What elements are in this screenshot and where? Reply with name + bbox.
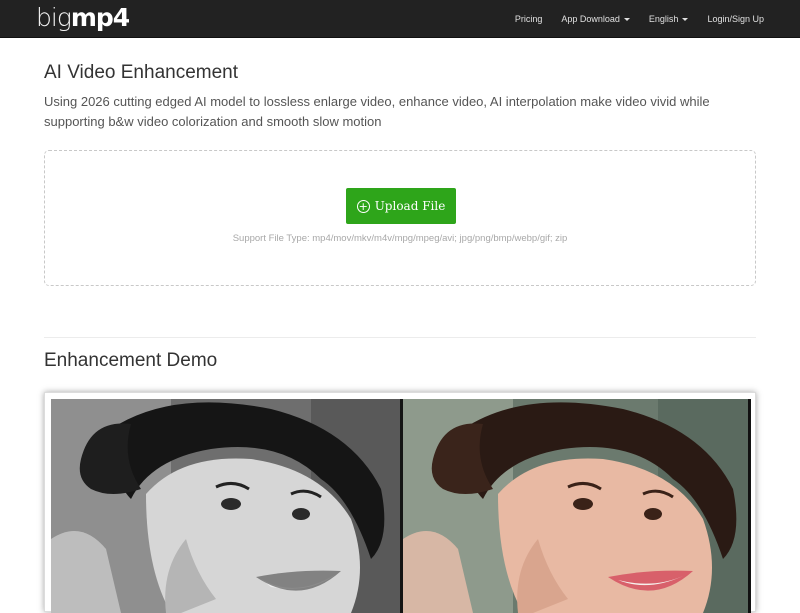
caret-down-icon	[623, 17, 630, 21]
demo-before-image	[51, 399, 400, 613]
upload-file-button[interactable]: + Upload File	[346, 188, 456, 224]
nav-pricing[interactable]: Pricing	[515, 14, 543, 24]
brand-logo-light: big	[36, 3, 72, 32]
nav-login-signup-label: Login/Sign Up	[707, 14, 764, 24]
nav-language[interactable]: English	[649, 14, 689, 24]
nav-language-label: English	[648, 14, 679, 24]
nav-pricing-label: Pricing	[514, 14, 543, 24]
demo-after-image	[403, 399, 751, 613]
intro-description: Using 2026 cutting edged AI model to los…	[44, 94, 710, 129]
upload-button-label: Upload File	[374, 199, 446, 213]
nav-app-download[interactable]: App Download	[561, 14, 630, 24]
plus-circle-icon: +	[356, 199, 370, 213]
nav-login-signup[interactable]: Login/Sign Up	[707, 14, 764, 24]
page-title: AI Video Enhancement	[44, 62, 239, 83]
section-divider	[44, 337, 756, 338]
caret-down-icon	[682, 17, 689, 21]
brand-logo-bold: mp4	[70, 3, 130, 32]
top-navbar: big mp4 Pricing App Download English Logi…	[0, 0, 800, 38]
before-bw-photo	[51, 399, 400, 613]
demo-comparison-image	[51, 399, 751, 613]
after-color-photo	[403, 399, 748, 613]
upload-dropzone[interactable]: + Upload File Support File Type: mp4/mov…	[44, 150, 756, 286]
nav-links: Pricing App Download English Login/Sign …	[496, 0, 764, 38]
demo-section-title: Enhancement Demo	[44, 350, 218, 371]
supported-file-types: Support File Type: mp4/mov/mkv/m4v/mpg/m…	[232, 233, 568, 244]
nav-app-download-label: App Download	[561, 14, 620, 24]
brand-logo[interactable]: big mp4	[36, 0, 130, 38]
enhancement-demo-frame	[44, 392, 756, 613]
